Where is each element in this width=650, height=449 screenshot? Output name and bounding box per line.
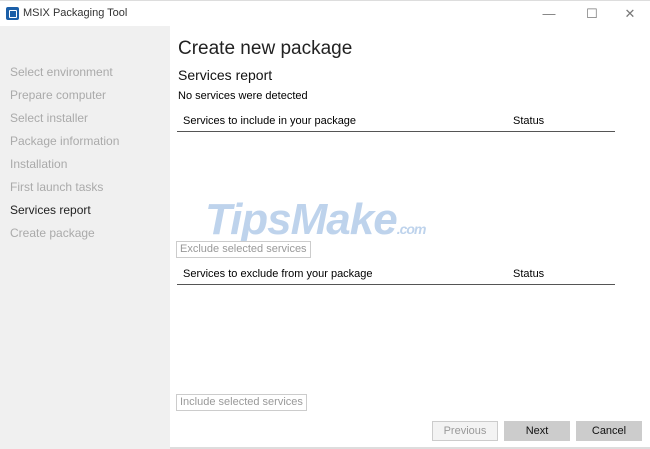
include-col-services: Services to include in your package — [183, 115, 357, 127]
step-create-package: Create package — [10, 226, 95, 240]
include-col-status: Status — [513, 115, 545, 127]
include-table-header: Services to include in your package Stat… — [177, 110, 615, 132]
window-title: MSIX Packaging Tool — [23, 7, 128, 19]
next-button[interactable]: Next — [504, 421, 570, 441]
step-services-report: Services report — [10, 203, 91, 217]
step-prepare-computer: Prepare computer — [10, 88, 107, 102]
steps-sidebar: Select environment Prepare computer Sele… — [0, 26, 170, 449]
step-first-launch-tasks: First launch tasks — [10, 180, 104, 194]
cancel-button[interactable]: Cancel — [576, 421, 642, 441]
close-button[interactable]: ✕ — [615, 4, 645, 24]
exclude-table-header: Services to exclude from your package St… — [177, 263, 615, 285]
exclude-col-services: Services to exclude from your package — [183, 268, 373, 280]
title-bar: MSIX Packaging Tool — ☐ ✕ — [0, 0, 650, 26]
step-select-environment: Select environment — [10, 65, 113, 79]
previous-button[interactable]: Previous — [432, 421, 498, 441]
page-title: Create new package — [178, 38, 353, 59]
services-note: No services were detected — [178, 90, 308, 102]
app-icon — [6, 7, 19, 20]
maximize-button[interactable]: ☐ — [577, 4, 607, 24]
watermark: TipsMake.com — [205, 195, 426, 244]
exclude-selected-services-button[interactable]: Exclude selected services — [176, 241, 311, 258]
exclude-col-status: Status — [513, 268, 545, 280]
step-installation: Installation — [10, 157, 68, 171]
include-selected-services-button[interactable]: Include selected services — [176, 394, 307, 411]
section-title: Services report — [178, 67, 273, 83]
step-package-information: Package information — [10, 134, 120, 148]
minimize-button[interactable]: — — [534, 4, 564, 24]
step-select-installer: Select installer — [10, 111, 89, 125]
